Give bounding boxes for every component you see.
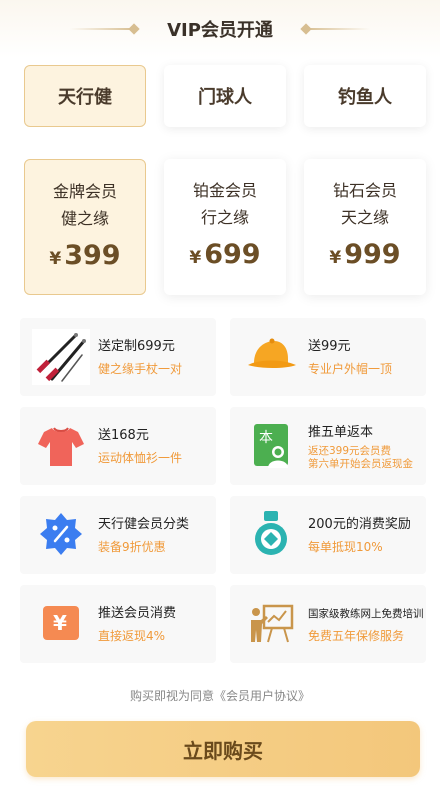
benefit-title: 推送会员消费 xyxy=(98,606,177,621)
benefit-text: 送定制699元 健之缘手杖一对 xyxy=(98,338,212,378)
benefit-text: 推送会员消费 直接返现4% xyxy=(98,605,212,645)
benefit-title: 推五单返本 xyxy=(308,425,374,440)
benefit-title: 天行健会员分类 xyxy=(98,517,190,532)
price-value: 999 xyxy=(344,239,401,270)
benefit-card: 200元的消费奖励 每单抵现10% xyxy=(230,496,426,574)
plan-price: ¥399 xyxy=(25,240,145,271)
price-value: 699 xyxy=(204,239,261,270)
svg-text:¥: ¥ xyxy=(53,611,67,635)
plan-card-gold[interactable]: 金牌会员 健之缘 ¥399 xyxy=(24,159,146,295)
agreement-link[interactable]: 《会员用户协议》 xyxy=(214,689,310,703)
agreement-notice: 购买即视为同意《会员用户协议》 xyxy=(0,687,440,704)
benefit-card: 天行健会员分类 装备9折优惠 xyxy=(20,496,216,574)
benefit-text: 送99元 专业户外帽一顶 xyxy=(308,338,422,378)
plan-card-platinum[interactable]: 铂金会员 行之缘 ¥699 xyxy=(164,159,286,295)
benefit-title: 200元的消费奖励 xyxy=(308,517,411,532)
vip-page: VIP会员开通 天行健 门球人 钓鱼人 金牌会员 健之缘 ¥399 铂金会员 行… xyxy=(0,0,440,803)
svg-text:本: 本 xyxy=(259,430,273,446)
benefit-text: 推五单返本 返还399元会员费 第六单开始会员返现金 xyxy=(308,424,422,471)
discount-badge-icon xyxy=(32,507,90,563)
benefit-subtitle: 运动体恤衫一件 xyxy=(98,451,183,465)
plan-tier: 铂金会员 xyxy=(192,181,257,200)
currency-symbol: ¥ xyxy=(189,248,202,268)
cap-icon xyxy=(242,329,300,385)
benefit-title: 送168元 xyxy=(98,428,149,443)
benefit-subtitle: 健之缘手杖一对 xyxy=(98,362,183,376)
benefit-subtitle: 每单抵现10% xyxy=(308,540,383,554)
benefit-subtitle-2: 第六单开始会员返现金 xyxy=(308,458,413,470)
benefit-card: 送定制699元 健之缘手杖一对 xyxy=(20,318,216,396)
buy-now-button[interactable]: 立即购买 xyxy=(26,721,420,777)
yen-cashback-icon: ¥ xyxy=(32,596,90,652)
tab-menqiuren[interactable]: 门球人 xyxy=(164,65,286,127)
referral-book-icon: 本 xyxy=(242,418,300,474)
page-title: VIP会员开通 xyxy=(167,20,273,41)
benefit-text: 国家级教练网上免费培训 免费五年保修服务 xyxy=(308,605,424,645)
plan-tier: 金牌会员 xyxy=(52,182,117,201)
plan-name: 钻石会员 天之缘 xyxy=(304,177,426,231)
benefit-subtitle: 专业户外帽一顶 xyxy=(308,362,393,376)
benefit-text: 200元的消费奖励 每单抵现10% xyxy=(308,516,422,556)
benefit-card: ¥ 推送会员消费 直接返现4% xyxy=(20,585,216,663)
agreement-text: 购买即视为同意 xyxy=(129,689,214,703)
benefit-text: 天行健会员分类 装备9折优惠 xyxy=(98,516,212,556)
tshirt-icon xyxy=(32,418,90,474)
plan-tier: 钻石会员 xyxy=(332,181,397,200)
currency-symbol: ¥ xyxy=(49,249,62,269)
hiking-poles-icon xyxy=(32,329,90,385)
benefit-card: 送168元 运动体恤衫一件 xyxy=(20,407,216,485)
currency-symbol: ¥ xyxy=(329,248,342,268)
tab-tianxingjian[interactable]: 天行健 xyxy=(24,65,146,127)
benefit-title: 国家级教练网上免费培训 xyxy=(308,608,424,620)
benefit-subtitle: 免费五年保修服务 xyxy=(308,629,405,643)
benefit-title: 送定制699元 xyxy=(98,339,175,354)
plan-card-diamond[interactable]: 钻石会员 天之缘 ¥999 xyxy=(304,159,426,295)
plan-name: 铂金会员 行之缘 xyxy=(164,177,286,231)
plan-name: 金牌会员 健之缘 xyxy=(25,178,145,232)
trainer-board-icon xyxy=(242,596,300,652)
benefit-title: 送99元 xyxy=(308,339,351,354)
benefit-card: 国家级教练网上免费培训 免费五年保修服务 xyxy=(230,585,426,663)
benefit-subtitle: 装备9折优惠 xyxy=(98,540,166,554)
benefit-subtitle: 返还399元会员费 xyxy=(308,445,392,457)
plan-subtitle: 健之缘 xyxy=(60,209,109,228)
benefit-subtitle: 直接返现4% xyxy=(98,629,166,643)
plan-price: ¥999 xyxy=(304,239,426,270)
price-value: 399 xyxy=(64,240,121,271)
benefit-card: 送99元 专业户外帽一顶 xyxy=(230,318,426,396)
benefit-card: 本 推五单返本 返还399元会员费 第六单开始会员返现金 xyxy=(230,407,426,485)
plan-subtitle: 行之缘 xyxy=(200,208,249,227)
header-ornament-right xyxy=(300,23,370,35)
medal-icon xyxy=(242,507,300,563)
benefit-text: 送168元 运动体恤衫一件 xyxy=(98,427,212,467)
plan-subtitle: 天之缘 xyxy=(340,208,389,227)
header: VIP会员开通 xyxy=(0,0,440,58)
category-tabs: 天行健 门球人 钓鱼人 xyxy=(24,65,426,127)
plan-price: ¥699 xyxy=(164,239,286,270)
plan-list: 金牌会员 健之缘 ¥399 铂金会员 行之缘 ¥699 钻石会员 天之缘 ¥99… xyxy=(24,159,426,295)
tab-diaoyuren[interactable]: 钓鱼人 xyxy=(304,65,426,127)
